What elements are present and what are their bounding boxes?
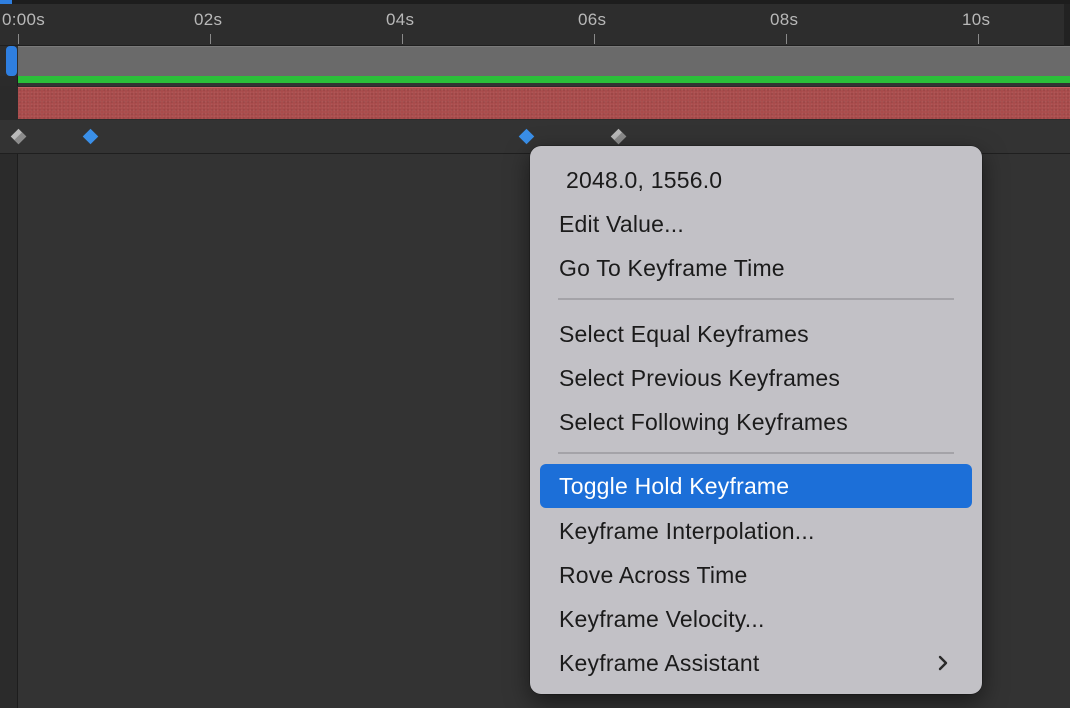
layer-duration-bar[interactable] [18, 87, 1070, 119]
ruler-tick [402, 34, 403, 44]
menu-item-select-previous-keyframes[interactable]: Select Previous Keyframes [540, 356, 972, 400]
render-cache-bar [18, 76, 1070, 83]
menu-item-select-equal-keyframes[interactable]: Select Equal Keyframes [540, 312, 972, 356]
menu-separator [558, 298, 954, 300]
timeline-panel: 0:00s 02s 04s 06s 08s 10s 2048.0, 1556.0… [0, 0, 1070, 708]
menu-separator [558, 452, 954, 454]
ruler-label-2s: 02s [194, 10, 223, 29]
ruler-right-edge [1064, 4, 1070, 46]
ruler-label-8s: 08s [770, 10, 799, 29]
work-area-bar[interactable] [18, 46, 1070, 76]
ruler-top-strip [0, 0, 1070, 4]
menu-value-readout: 2048.0, 1556.0 [566, 167, 723, 193]
time-ruler[interactable]: 0:00s 02s 04s 06s 08s 10s [0, 0, 1070, 46]
menu-item-keyframe-velocity[interactable]: Keyframe Velocity... [540, 597, 972, 641]
keyframe-selected-icon[interactable] [518, 128, 535, 145]
ruler-label-4s: 04s [386, 10, 415, 29]
ruler-label-6s: 06s [578, 10, 607, 29]
ruler-tick [786, 34, 787, 44]
ruler-tick [594, 34, 595, 44]
playhead-handle[interactable] [6, 46, 17, 76]
menu-item-rove-across-time[interactable]: Rove Across Time [540, 553, 972, 597]
menu-item-edit-value[interactable]: Edit Value... [540, 202, 972, 246]
menu-item-toggle-hold-keyframe[interactable]: Toggle Hold Keyframe [540, 464, 972, 508]
menu-item-select-following-keyframes[interactable]: Select Following Keyframes [540, 400, 972, 444]
ruler-label-0: 0:00s [2, 10, 46, 29]
ruler-tick [210, 34, 211, 44]
menu-item-keyframe-interpolation[interactable]: Keyframe Interpolation... [540, 509, 972, 553]
ruler-label-10s: 10s [962, 10, 991, 29]
keyframe-selected-icon[interactable] [82, 128, 99, 145]
chevron-right-icon [938, 655, 948, 671]
menu-item-go-to-keyframe-time[interactable]: Go To Keyframe Time [540, 246, 972, 290]
ruler-tick [978, 34, 979, 44]
keyframe-icon[interactable] [610, 128, 627, 145]
menu-item-keyframe-assistant[interactable]: Keyframe Assistant [540, 641, 972, 685]
keyframe-icon[interactable] [10, 128, 27, 145]
ruler-tick [18, 34, 19, 44]
menu-item-keyframe-assistant-label: Keyframe Assistant [559, 650, 760, 676]
keyframe-context-menu: 2048.0, 1556.0 Edit Value... Go To Keyfr… [530, 146, 982, 694]
playhead-top[interactable] [0, 0, 12, 4]
